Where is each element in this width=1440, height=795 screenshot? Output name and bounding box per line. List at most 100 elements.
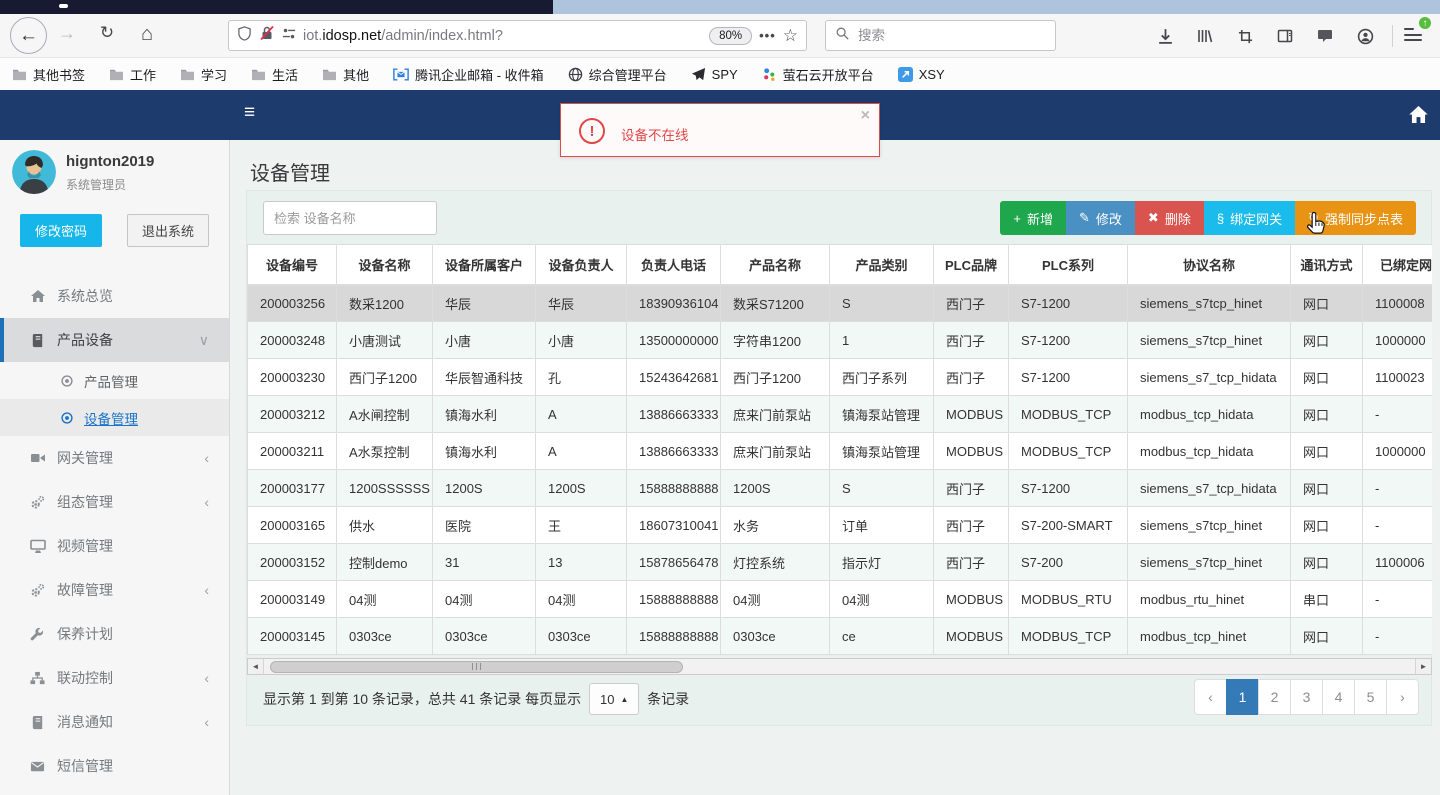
bookmark-item[interactable]: 生活: [251, 65, 298, 84]
sidebar-item-label: 消息通知: [57, 714, 113, 730]
sidebar-item-网关管理[interactable]: 网关管理 ‹: [0, 436, 229, 480]
table-cell: 王: [535, 506, 627, 544]
alert-close-icon[interactable]: ×: [861, 107, 870, 125]
table-cell: S7-200-SMART: [1008, 506, 1128, 544]
shield-icon[interactable]: [237, 25, 252, 46]
table-cell: modbus_tcp_hidata: [1127, 432, 1291, 470]
table-cell: 0303ce: [535, 617, 627, 655]
sidebar-toggle-icon[interactable]: ≡: [244, 102, 255, 124]
column-header: 协议名称: [1127, 244, 1291, 286]
messages-icon[interactable]: [1312, 24, 1338, 48]
browser-home-button[interactable]: ⌂: [134, 23, 160, 46]
back-button[interactable]: ←: [10, 17, 47, 54]
sidebar-item-保养计划[interactable]: 保养计划: [0, 612, 229, 656]
folder-icon: [109, 68, 124, 81]
删除-button[interactable]: ✖ 删除: [1134, 201, 1204, 235]
update-badge-icon[interactable]: ↑: [1417, 15, 1433, 31]
sidebar-item-短信管理[interactable]: 短信管理: [0, 744, 229, 788]
table-row[interactable]: 200003145 0303ce 0303ce 0303ce 15888888888 03…: [247, 617, 1432, 655]
account-icon[interactable]: [1352, 24, 1378, 48]
screenshot-icon[interactable]: [1232, 24, 1258, 48]
chevron-left-icon: ‹: [204, 450, 209, 466]
horizontal-scrollbar[interactable]: ◄ ►: [247, 658, 1432, 675]
sidebar-item-消息通知[interactable]: 消息通知 ‹: [0, 700, 229, 744]
bookmark-label: 学习: [201, 67, 228, 83]
sidebar-item-联动控制[interactable]: 联动控制 ‹: [0, 656, 229, 700]
table-row[interactable]: 200003165 供水 医院王 18607310041 水务 订单 西门子 S7-200-S…: [247, 506, 1432, 544]
table-cell: MODBUS: [933, 395, 1009, 433]
bookmark-item[interactable]: 萤石云开放平台: [762, 65, 874, 84]
downloads-icon[interactable]: [1152, 24, 1178, 48]
menu-hamburger-icon[interactable]: [1404, 28, 1422, 45]
insecure-lock-icon[interactable]: [259, 25, 275, 46]
forward-button[interactable]: →: [54, 23, 80, 44]
sidebar-item-产品设备[interactable]: 产品设备 ∨: [0, 318, 229, 362]
scroll-right-arrow[interactable]: ►: [1415, 659, 1431, 674]
table-row[interactable]: 200003230 西门子1200 华辰智通科技孔 15243642681 西门子120…: [247, 358, 1432, 396]
sidebar-pane-icon[interactable]: [1272, 24, 1298, 48]
table-row[interactable]: 200003211 A水泵控制 镇海水利 A 13886663333 庶来门前泵站 镇海泵站…: [247, 432, 1432, 470]
change-password-button[interactable]: 修改密码: [20, 214, 102, 247]
url-text: iot.idosp.net/admin/index.html?: [303, 28, 503, 44]
scrollbar-thumb[interactable]: [270, 660, 683, 673]
pagination-page-3[interactable]: 3: [1290, 679, 1323, 715]
pagination-page-4[interactable]: 4: [1322, 679, 1355, 715]
app-home-icon[interactable]: [1408, 104, 1429, 130]
pagination-page-1[interactable]: 1: [1226, 679, 1259, 715]
pagination-next[interactable]: ›: [1386, 679, 1419, 715]
table-cell: 网口: [1290, 395, 1363, 433]
reload-button[interactable]: ↻: [94, 23, 120, 43]
pagination-page-5[interactable]: 5: [1354, 679, 1387, 715]
bookmark-item[interactable]: 工作: [109, 65, 156, 84]
home-icon: [30, 288, 57, 304]
record-summary-text: 显示第 1 到第 10 条记录，总共 41 条记录 每页显示: [263, 691, 582, 707]
sidebar-subitem-产品管理[interactable]: 产品管理: [0, 362, 229, 399]
修改-button[interactable]: ✎ 修改: [1065, 201, 1135, 235]
绑定网关-button[interactable]: § 绑定网关: [1203, 201, 1296, 235]
sidebar-subitem-设备管理[interactable]: 设备管理: [0, 399, 229, 436]
page-size-dropdown[interactable]: 10 ▲: [589, 683, 640, 715]
bookmark-item[interactable]: 腾讯企业邮箱 - 收件箱: [393, 65, 544, 84]
table-cell: -: [1362, 580, 1432, 618]
bookmark-item[interactable]: 综合管理平台: [568, 65, 667, 84]
新增-button[interactable]: + 新增: [1000, 201, 1066, 235]
bookmark-item[interactable]: 其他: [322, 65, 369, 84]
browser-search-input[interactable]: [856, 27, 1046, 44]
logout-button[interactable]: 退出系统: [127, 214, 209, 247]
table-row[interactable]: 200003248 小唐测试 小唐 小唐 13500000000 字符串1200 1 西门子 S…: [247, 321, 1432, 359]
sidebar-menu: 系统总览 产品设备 ∨ 产品管理 设备管理 网关管理 ‹ 组态管理 ‹ 视频管理 故障管理 ‹ 保养计划…: [0, 274, 229, 788]
bookmark-star-icon[interactable]: ☆: [783, 26, 798, 46]
chevron-left-icon: ‹: [204, 494, 209, 510]
bookmark-item[interactable]: 学习: [180, 65, 227, 84]
library-icon[interactable]: [1192, 24, 1218, 48]
强制同步点表-button[interactable]: ↻ 强制同步点表: [1295, 201, 1416, 235]
scroll-left-arrow[interactable]: ◄: [248, 659, 264, 674]
sidebar-item-视频管理[interactable]: 视频管理: [0, 524, 229, 568]
bookmark-item[interactable]: XSY: [897, 66, 945, 82]
table-row[interactable]: 200003152 控制demo 31 13 15878656478 灯控系统 指示灯 西门子…: [247, 543, 1432, 581]
table-cell: 西门子1200: [336, 358, 433, 396]
sidebar-item-系统总览[interactable]: 系统总览: [0, 274, 229, 318]
bookmark-item[interactable]: SPY: [691, 67, 738, 82]
bookmark-item[interactable]: 其他书签: [12, 65, 85, 84]
username: hignton2019: [66, 153, 155, 170]
table-row[interactable]: 200003177 1200SSSSSS 1200S 1200S 15888888888…: [247, 469, 1432, 507]
sidebar-item-故障管理[interactable]: 故障管理 ‹: [0, 568, 229, 612]
table-row[interactable]: 200003149 04测 04测 04测 15888888888 04测 04测 MODBU…: [247, 580, 1432, 618]
sidebar-item-组态管理[interactable]: 组态管理 ‹: [0, 480, 229, 524]
page-actions-icon[interactable]: •••: [759, 28, 776, 43]
url-bar[interactable]: iot.idosp.net/admin/index.html? 80% ••• …: [228, 20, 807, 51]
zoom-level-badge[interactable]: 80%: [709, 26, 753, 45]
button-label: 修改: [1095, 211, 1122, 227]
permissions-icon[interactable]: [282, 27, 296, 45]
bookmark-label: 其他: [343, 67, 370, 83]
table-row[interactable]: 200003212 A水闸控制 镇海水利 A 13886663333 庶来门前泵站 镇海泵站…: [247, 395, 1432, 433]
toolbar-separator: [1392, 25, 1393, 47]
pagination-prev[interactable]: ‹: [1194, 679, 1227, 715]
table-cell: modbus_tcp_hidata: [1127, 395, 1291, 433]
pagination-page-2[interactable]: 2: [1258, 679, 1291, 715]
device-table: 设备编号 设备名称 设备所属客户 设备负责人 负责人电话 产品名称 产品类别 PLC品牌 PLC…: [247, 244, 1432, 655]
device-search-input[interactable]: [263, 201, 437, 235]
table-cell: MODBUS_RTU: [1008, 580, 1128, 618]
table-row[interactable]: 200003256 数采1200 华辰 华辰 18390936104 数采S71200 S 西…: [247, 284, 1432, 322]
